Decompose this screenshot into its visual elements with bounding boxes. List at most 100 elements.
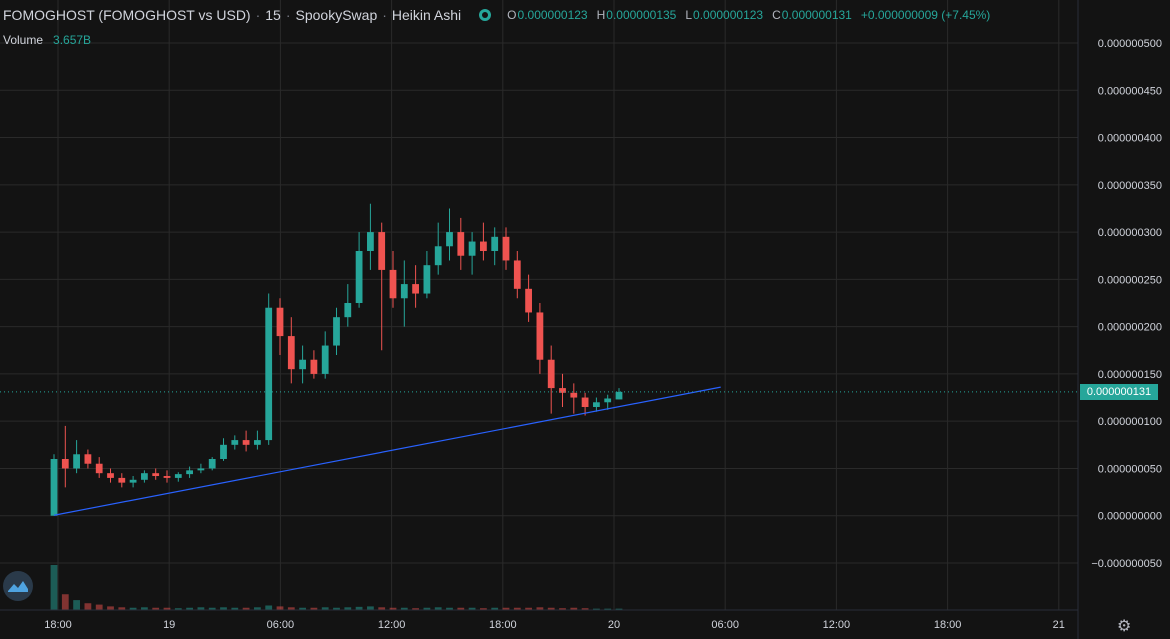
x-tick-label: 19 [163,619,175,631]
candle-body [434,246,442,266]
candle-body [186,470,193,475]
candle-body [581,397,589,407]
open-label: O [507,8,517,22]
y-tick-label: 0.000000400 [1098,133,1162,145]
volume-value: 3.657B [53,33,92,47]
current-price-badge: 0.000000131 [1080,383,1158,400]
candle-body [220,444,227,459]
exchange-label[interactable]: SpookySwap [296,7,378,23]
chart-style-label[interactable]: Heikin Ashi [392,7,461,23]
candle-body [95,463,103,474]
candle-body [50,459,58,516]
high-value: 0.000000135 [606,8,677,22]
candle-body [73,454,80,469]
candle-body [367,232,374,251]
tradingview-logo-icon[interactable] [3,571,33,601]
candle-body [446,232,453,247]
volume-bar [61,594,69,610]
candle-body [208,459,216,469]
candle-body [491,236,499,251]
candle-body [400,284,408,299]
y-tick-label: −0.000000050 [1091,558,1162,570]
candle-body [480,241,487,251]
x-tick-label: 21 [1053,619,1065,631]
candle-body [174,474,182,478]
volume-bars [50,565,623,610]
chart-grid [0,0,1078,610]
x-tick-label: 18:00 [44,619,72,631]
candle-body [231,440,239,445]
trendline-layer [0,386,1078,516]
volume-bar [84,603,92,610]
candle-body [378,232,386,270]
interval-label[interactable]: 15 [265,7,281,23]
y-tick-label: 0.000000100 [1098,416,1162,428]
volume-bar [367,606,374,610]
ohlc-readout: O 0.000000123 H 0.000000135 L 0.000000123 C… [507,8,999,22]
volume-bar [95,604,103,610]
candle-body [61,459,69,469]
volume-bar [73,600,80,610]
trendline [53,386,721,516]
candle-body [615,391,623,400]
candle-body [84,454,92,464]
y-tick-label: 0.000000450 [1098,85,1162,97]
candle-body [502,236,510,261]
candle-body [254,440,261,445]
chart-header: FOMOGHOST (FOMOGHOST vs USD) · 15 · Spoo… [3,7,999,23]
y-tick-label: 0.000000350 [1098,180,1162,192]
volume-bar [265,605,273,610]
candle-body [423,265,431,294]
y-tick-label: 0.000000300 [1098,227,1162,239]
x-tick-label: 20 [608,619,620,631]
gear-icon[interactable]: ⚙ [1117,616,1131,636]
axes: 0.000000500 0.000000450 0.000000400 0.00000… [0,0,1162,639]
price-chart[interactable]: 0.000000500 0.000000450 0.000000400 0.00000… [0,0,1170,639]
volume-legend: Volume 3.657B [3,33,91,47]
candle-body [163,476,171,478]
volume-label: Volume [3,33,44,47]
eye-icon[interactable] [479,9,492,21]
y-tick-label: 0.000000200 [1098,322,1162,334]
low-value: 0.000000123 [693,8,764,22]
y-tick-label: 0.000000000 [1098,511,1162,523]
y-tick-label: 0.000000500 [1098,38,1162,50]
candle-body [547,359,555,389]
open-value: 0.000000123 [517,8,588,22]
x-tick-label: 18:00 [489,619,517,631]
candle-body [513,260,521,289]
candle-body [355,251,363,303]
volume-bar [107,606,114,610]
candle-body [299,359,306,370]
candle-body [242,440,250,445]
candle-body [321,345,329,374]
y-tick-label: 0.000000050 [1098,463,1162,475]
y-tick-label: 0.000000250 [1098,274,1162,286]
y-tick-label: 0.000000150 [1098,369,1162,381]
candle-body [604,398,612,403]
candle-body [468,241,476,256]
high-label: H [596,8,606,22]
candle-body [197,468,205,471]
candle-body [129,479,137,483]
change-value: +0.000000009 (+7.45%) [860,8,991,22]
x-tick-label: 12:00 [378,619,406,631]
candle-body [412,284,419,294]
candle-body [525,288,532,313]
candle-body [344,303,352,318]
candle-body [276,307,284,337]
candle-body [310,359,318,374]
candle-body [141,473,148,480]
close-value: 0.000000131 [781,8,852,22]
volume-bar [50,565,58,610]
candle-body [389,269,397,299]
x-tick-label: 06:00 [267,619,295,631]
candle-body [333,317,340,346]
volume-bar [276,606,284,610]
close-label: C [772,8,781,22]
candle-body [107,473,114,478]
x-tick-label: 06:00 [711,619,739,631]
symbol-name[interactable]: FOMOGHOST (FOMOGHOST vs USD) [3,7,251,23]
candle-body [570,392,578,398]
candle-body [457,232,465,256]
